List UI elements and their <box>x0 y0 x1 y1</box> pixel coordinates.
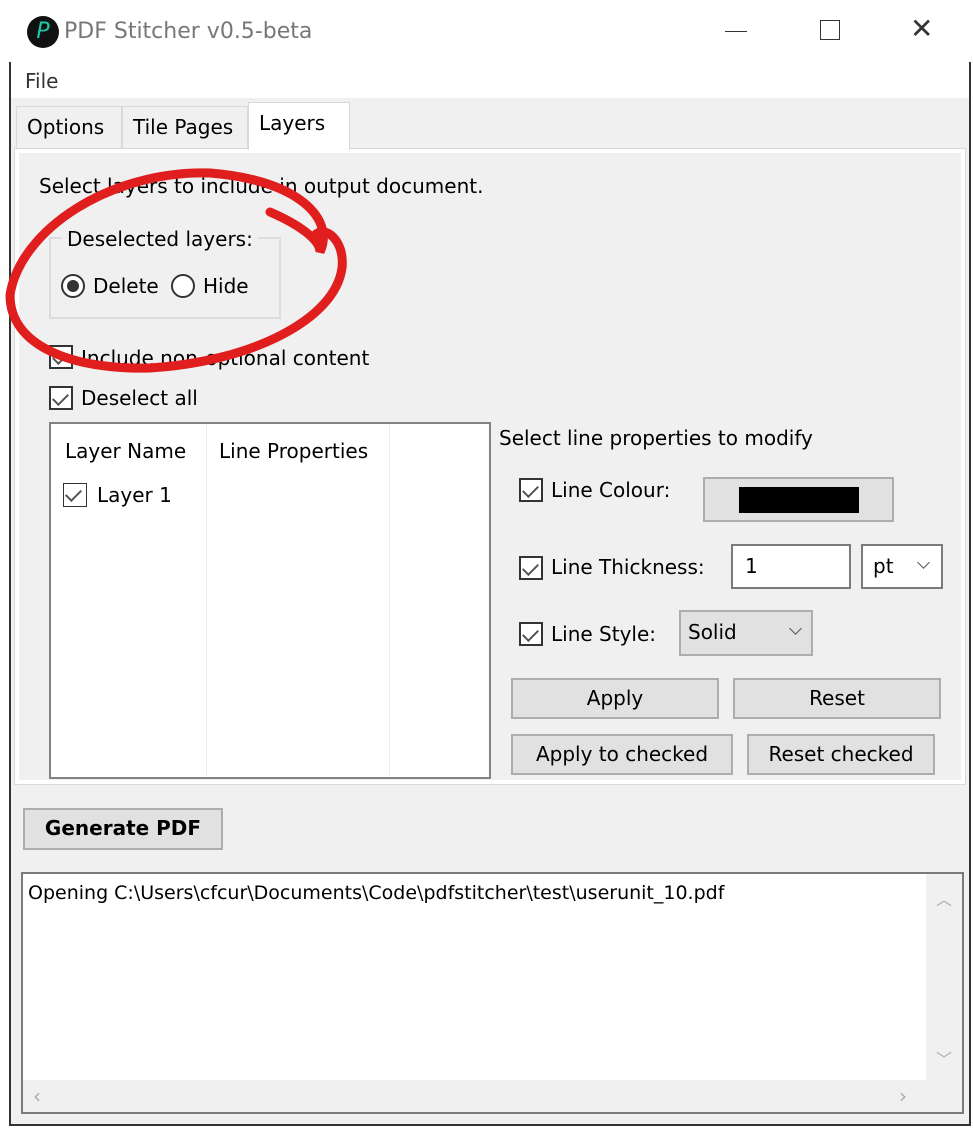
annotation-stroke <box>5 168 347 373</box>
red-circle-annotation <box>5 168 347 373</box>
